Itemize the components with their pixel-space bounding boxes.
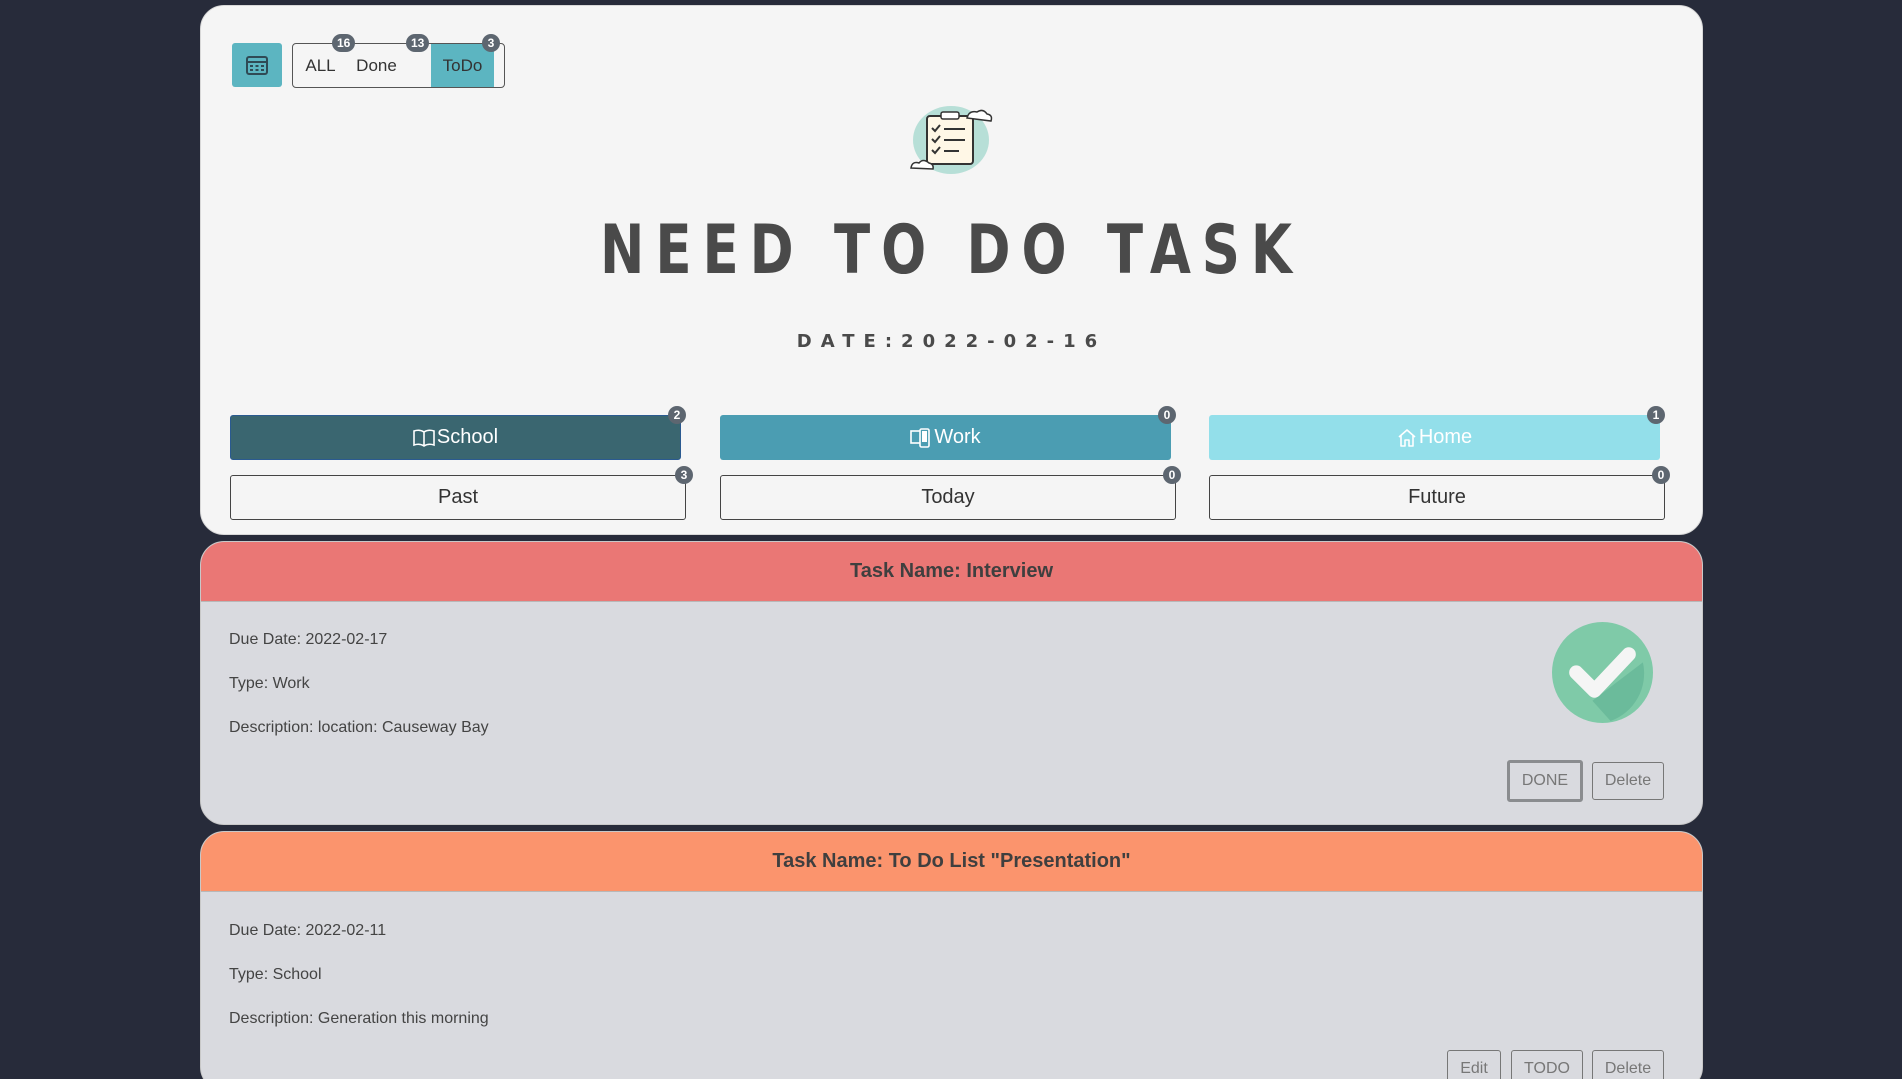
- category-school-count-badge: 2: [668, 406, 686, 424]
- checklist-logo-icon: [910, 106, 993, 174]
- task-card-header: Task Name: Interview: [201, 542, 1702, 602]
- timeframe-today-count-badge: 0: [1163, 466, 1181, 484]
- task-card: Task Name: Interview Due Date: 2022-02-1…: [200, 541, 1703, 825]
- task-name: Task Name: Interview: [849, 560, 1054, 582]
- calendar-icon: [246, 56, 268, 75]
- checkmark-icon: [1552, 622, 1653, 723]
- task-type: Type: Work: [229, 675, 310, 692]
- task-todo-button-label: TODO: [1524, 1060, 1570, 1077]
- devices-icon: [910, 427, 931, 448]
- task-edit-button[interactable]: Edit: [1447, 1050, 1501, 1079]
- current-date: DATE:2022-02-16: [796, 331, 1107, 352]
- task-done-button-label: DONE: [1521, 772, 1569, 789]
- filter-todo-count-badge: 3: [482, 34, 500, 52]
- category-school-button[interactable]: School: [230, 415, 681, 460]
- filter-done-label: Done: [356, 55, 397, 75]
- timeframe-future-label: Future: [1408, 486, 1466, 508]
- timeframe-past-label: Past: [437, 486, 479, 508]
- timeframe-future-button[interactable]: Future: [1209, 475, 1665, 520]
- filter-todo-button[interactable]: ToDo: [431, 44, 494, 87]
- filter-done-button[interactable]: Done: [348, 44, 405, 87]
- task-card-header: Task Name: To Do List "Presentation": [201, 832, 1702, 892]
- task-description: Description: location: Causeway Bay: [229, 719, 489, 736]
- filter-todo-label: ToDo: [442, 55, 483, 75]
- task-type: Type: School: [229, 966, 322, 983]
- category-home-count-badge: 1: [1647, 406, 1665, 424]
- filter-all-label: ALL: [305, 55, 336, 75]
- filter-done-count-badge: 13: [406, 34, 430, 52]
- task-due-date: Due Date: 2022-02-11: [229, 922, 387, 939]
- timeframe-today-button[interactable]: Today: [720, 475, 1176, 520]
- task-description: Description: Generation this morning: [229, 1010, 489, 1027]
- category-home-button[interactable]: Home: [1209, 415, 1660, 460]
- category-home-label: Home: [1418, 426, 1473, 448]
- timeframe-past-count-badge: 3: [675, 466, 693, 484]
- task-edit-button-label: Edit: [1460, 1060, 1488, 1077]
- task-delete-button[interactable]: Delete: [1592, 1050, 1664, 1079]
- timeframe-today-label: Today: [921, 486, 975, 508]
- category-work-count-badge: 0: [1158, 406, 1176, 424]
- home-icon: [1398, 428, 1416, 447]
- task-delete-button-label: Delete: [1604, 772, 1652, 789]
- category-work-label: Work: [934, 426, 981, 448]
- task-todo-button[interactable]: TODO: [1511, 1050, 1583, 1079]
- category-work-button[interactable]: Work: [720, 415, 1171, 460]
- category-school-label: School: [436, 426, 499, 448]
- book-icon: [413, 429, 435, 447]
- task-name: Task Name: To Do List "Presentation": [772, 850, 1131, 872]
- timeframe-past-button[interactable]: Past: [230, 475, 686, 520]
- page-title: NEED TO DO TASK: [600, 211, 1303, 290]
- filter-group: ALL Done ToDo: [292, 43, 505, 88]
- calendar-button[interactable]: [232, 43, 282, 87]
- task-card: Task Name: To Do List "Presentation" Due…: [200, 831, 1703, 1079]
- task-due-date: Due Date: 2022-02-17: [229, 631, 388, 648]
- task-done-button[interactable]: DONE: [1507, 760, 1583, 802]
- timeframe-future-count-badge: 0: [1652, 466, 1670, 484]
- filter-all-count-badge: 16: [332, 34, 356, 52]
- header-panel: ALL Done ToDo 16 13 3 NEED TO DO TASK DA…: [200, 5, 1703, 535]
- task-delete-button-label: Delete: [1604, 1060, 1652, 1077]
- task-delete-button[interactable]: Delete: [1592, 762, 1664, 800]
